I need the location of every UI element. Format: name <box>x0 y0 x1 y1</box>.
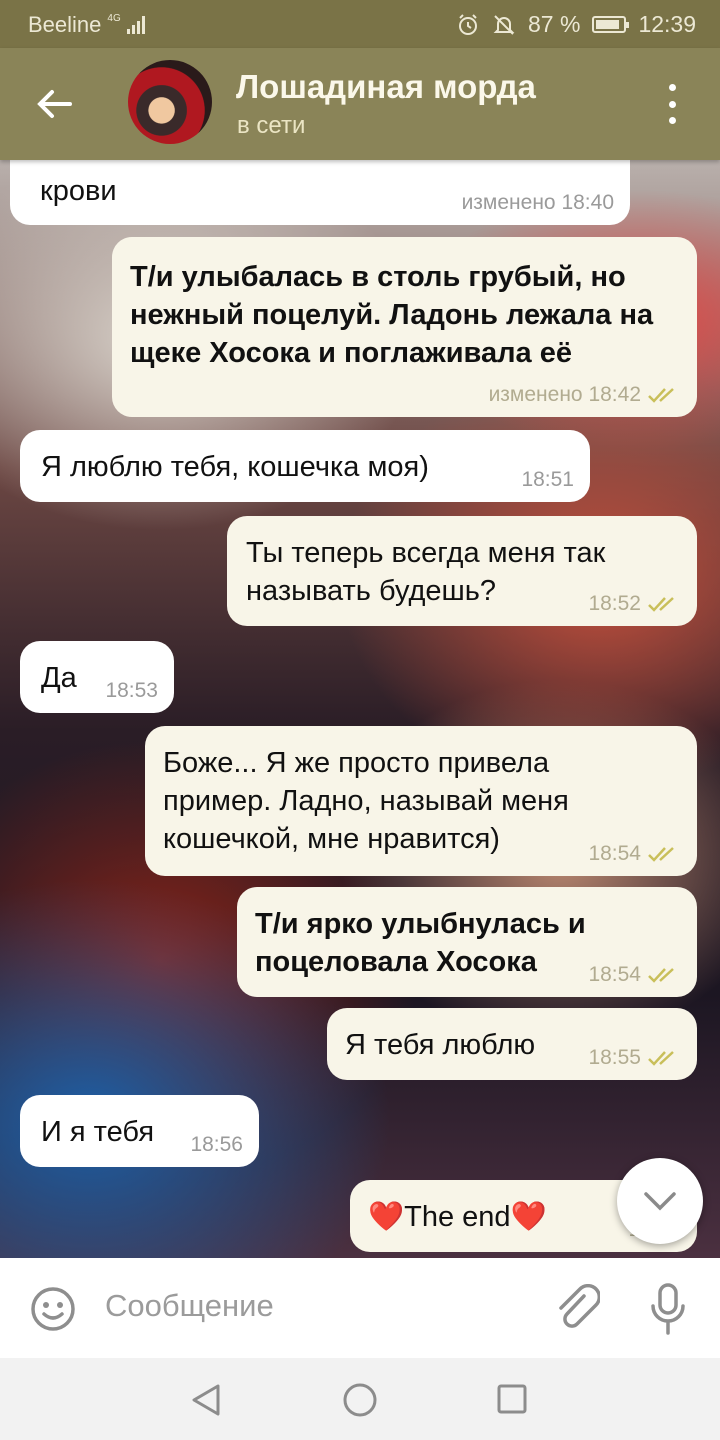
chat-header: Лошадиная морда в сети <box>0 48 720 160</box>
message-text: Боже... Я же просто привела пример. Ладн… <box>163 747 569 855</box>
message-bubble-outgoing[interactable]: Боже... Я же просто привела пример. Ладн… <box>145 726 697 876</box>
microphone-icon[interactable] <box>648 1282 688 1336</box>
system-nav-bar <box>0 1358 720 1440</box>
message-time: 18:56 <box>190 1133 243 1156</box>
circle-home-icon[interactable] <box>341 1381 379 1419</box>
message-time: 18:55 <box>588 1046 681 1070</box>
read-check-icon <box>648 968 674 983</box>
message-time: изменено 18:42 <box>489 383 681 407</box>
message-bubble-outgoing[interactable]: Ты теперь всегда меня так называть будеш… <box>227 516 697 626</box>
message-bubble-incoming[interactable]: Я люблю тебя, кошечка моя) 18:51 <box>20 430 590 502</box>
message-bubble-incoming[interactable]: крови изменено 18:40 <box>10 160 630 225</box>
chevron-down-icon <box>644 1192 676 1211</box>
network-type-label: 4G <box>107 13 121 24</box>
message-text: крови <box>40 175 117 207</box>
message-bubble-outgoing[interactable]: Т/и улыбалась в столь грубый, но нежный … <box>112 237 697 417</box>
smiley-icon[interactable] <box>30 1286 76 1332</box>
triangle-back-icon[interactable] <box>188 1382 224 1418</box>
read-check-icon <box>648 597 674 612</box>
carrier-label: Beeline <box>28 12 102 37</box>
paperclip-icon[interactable] <box>554 1284 600 1334</box>
message-time: изменено 18:40 <box>461 191 614 214</box>
scroll-down-button[interactable] <box>617 1158 703 1244</box>
message-text: Т/и улыбалась в столь грубый, но нежный … <box>130 261 654 369</box>
message-input[interactable]: Сообщение <box>105 1288 274 1324</box>
message-text: Т/и ярко улыбнулась и поцеловала Хосока <box>255 908 586 978</box>
message-text: Да <box>41 662 77 694</box>
message-composer: Сообщение <box>0 1258 720 1358</box>
square-recent-icon[interactable] <box>496 1383 528 1415</box>
battery-icon <box>592 16 630 33</box>
more-vertical-icon[interactable] <box>660 84 684 124</box>
status-bar: Beeline 4G 87 % 12:39 <box>0 0 720 48</box>
message-time: 18:52 <box>588 592 681 616</box>
contact-status: в сети <box>237 112 306 139</box>
battery-percent-label: 87 % <box>528 11 581 37</box>
contact-name[interactable]: Лошадиная морда <box>236 68 536 106</box>
read-check-icon <box>648 1051 674 1066</box>
arrow-left-icon[interactable] <box>30 82 80 126</box>
clock-label: 12:39 <box>638 11 696 37</box>
message-bubble-incoming[interactable]: И я тебя 18:56 <box>20 1095 259 1167</box>
message-bubble-incoming[interactable]: Да 18:53 <box>20 641 174 713</box>
read-check-icon <box>648 847 674 862</box>
battery-level-fill <box>596 20 620 29</box>
mute-bell-icon <box>493 14 515 35</box>
message-text: Я тебя люблю <box>345 1029 536 1061</box>
contact-avatar[interactable] <box>128 60 212 144</box>
message-text: Я люблю тебя, кошечка моя) <box>41 451 429 483</box>
read-check-icon <box>648 388 674 403</box>
message-time: 18:54 <box>588 963 681 987</box>
message-text: И я тебя <box>41 1116 155 1148</box>
alarm-icon <box>459 13 477 35</box>
message-bubble-outgoing[interactable]: Я тебя люблю 18:55 <box>327 1008 697 1080</box>
message-time: 18:53 <box>105 679 158 702</box>
message-time: 18:54 <box>588 842 681 866</box>
message-bubble-outgoing[interactable]: Т/и ярко улыбнулась и поцеловала Хосока … <box>237 887 697 997</box>
message-time: 18:51 <box>521 468 574 491</box>
message-text: ❤️The end❤️ <box>368 1201 547 1233</box>
signal-icon <box>126 16 145 34</box>
